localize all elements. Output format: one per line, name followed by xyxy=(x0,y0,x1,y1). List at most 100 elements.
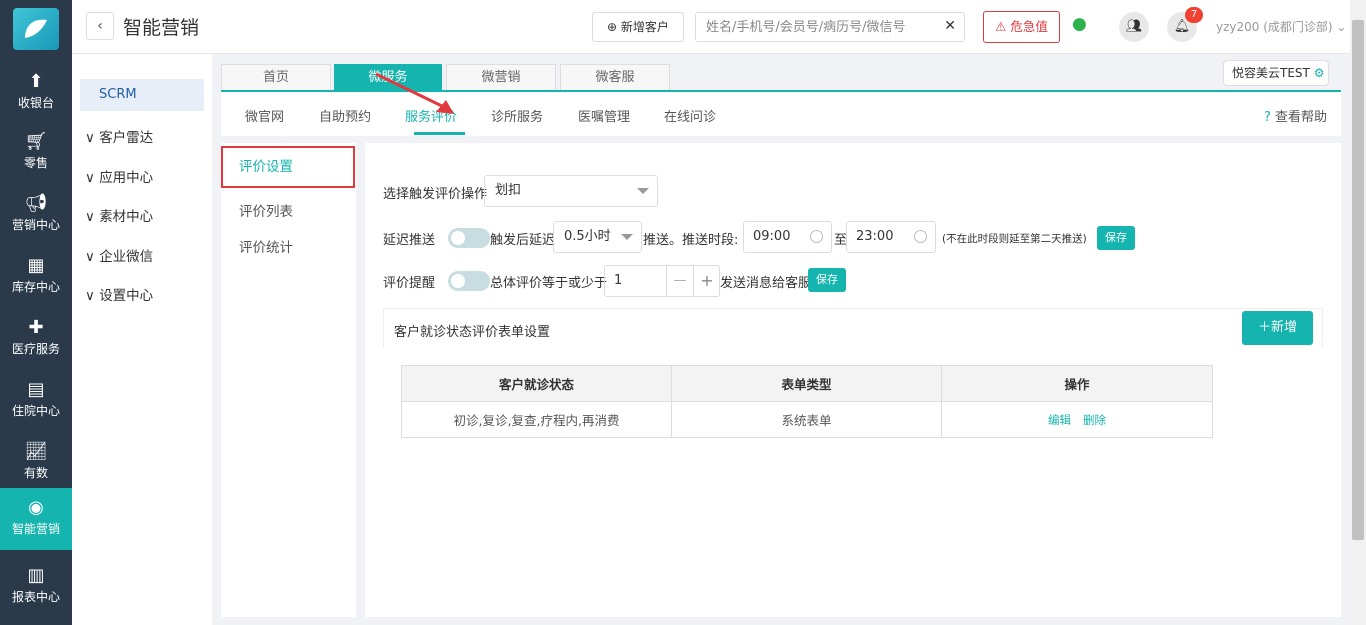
nav-retail[interactable]: 🛒︎ 零售 xyxy=(0,122,72,184)
alert-icon: ⚠ xyxy=(995,19,1007,34)
delay-value: 0.5小时 xyxy=(564,229,611,244)
cell-actions: 编辑 删除 xyxy=(941,401,1213,438)
nav-label: 营销中心 xyxy=(11,218,60,232)
subnav-clinic-service[interactable]: 诊所服务 xyxy=(491,106,543,125)
save-delay-button[interactable]: 保存 xyxy=(1097,226,1135,250)
time-end-value: 23:00 xyxy=(856,229,894,244)
nav-inventory[interactable]: ▦ 库存中心 xyxy=(0,246,72,308)
new-customer-label: 新增客户 xyxy=(620,20,669,34)
add-button[interactable]: ＋新增 xyxy=(1242,311,1313,345)
trigger-select[interactable]: 划扣 xyxy=(484,175,658,207)
logo[interactable] xyxy=(13,8,59,50)
cashier-icon: ⬆ xyxy=(28,71,44,92)
help-icon: ? xyxy=(1264,110,1271,125)
nav-marketing-center[interactable]: 📢︎ 营销中心 xyxy=(0,184,72,246)
nav-medical[interactable]: ✚ 医疗服务 xyxy=(0,308,72,370)
reminder-toggle[interactable] xyxy=(448,271,490,291)
edit-link[interactable]: 编辑 xyxy=(1048,413,1071,427)
group-icon[interactable]: 👥︎ xyxy=(1119,12,1149,42)
gear-icon: ⚙ xyxy=(1313,66,1325,80)
user-menu[interactable]: yzy200 (成都门诊部) ⌄ xyxy=(1216,18,1346,35)
column-header-actions: 操作 xyxy=(941,365,1213,402)
menu-item-evaluation-list[interactable]: 评价列表 xyxy=(239,200,293,220)
menu-item-evaluation-stats[interactable]: 评价统计 xyxy=(239,236,293,256)
chevron-down-icon: ∨ xyxy=(85,130,100,146)
tab-home[interactable]: 首页 xyxy=(221,64,331,90)
chevron-down-icon: ⌄ xyxy=(1336,20,1347,34)
close-icon[interactable]: ✕ xyxy=(944,18,956,34)
trigger-label: 选择触发评价操作 xyxy=(383,187,488,202)
scrollbar-thumb[interactable] xyxy=(1352,20,1364,540)
tabs-area: 首页 微服务 微营销 微客服 悦容美云TEST ⚙ 微官网 自助预约 服务评价 … xyxy=(212,54,1350,137)
subnav-online-consult[interactable]: 在线问诊 xyxy=(664,106,716,125)
cell-status: 初诊,复诊,复查,疗程内,再消费 xyxy=(401,401,672,438)
chevron-down-icon: ∨ xyxy=(85,170,100,186)
tab-micro-marketing[interactable]: 微营销 xyxy=(446,64,556,90)
delay-toggle[interactable] xyxy=(448,228,490,248)
sidebar-item-scrm[interactable]: SCRM xyxy=(80,79,204,111)
column-header-form-type: 表单类型 xyxy=(671,365,942,402)
delete-link[interactable]: 删除 xyxy=(1083,413,1106,427)
store-selector[interactable]: 悦容美云TEST ⚙ xyxy=(1223,60,1329,86)
page-title: 智能营销 xyxy=(123,17,200,39)
plus-icon[interactable]: + xyxy=(693,266,720,296)
main-nav: ⬆ 收银台 🛒︎ 零售 📢︎ 营销中心 ▦ 库存中心 ✚ 医疗服务 ▤ 住院中心 📈︎ 有数 … xyxy=(0,0,72,625)
nav-cashier[interactable]: ⬆ 收银台 xyxy=(0,62,72,124)
back-button[interactable]: ‹ xyxy=(86,12,114,40)
new-customer-button[interactable]: ⊕ 新增客户 xyxy=(592,12,684,42)
wechat-icon[interactable]: ● xyxy=(1072,14,1087,34)
time-start-value: 09:00 xyxy=(753,229,791,244)
nav-inpatient[interactable]: ▤ 住院中心 xyxy=(0,370,72,432)
sidebar-item-settings-center[interactable]: ∨ 设置中心 xyxy=(85,284,153,304)
nav-label: 零售 xyxy=(23,156,48,170)
nav-smart-marketing[interactable]: ◉ 智能营销 xyxy=(0,488,72,550)
store-name: 悦容美云TEST xyxy=(1232,66,1310,80)
save-reminder-button[interactable]: 保存 xyxy=(808,268,846,292)
chart-icon: ▥ xyxy=(27,565,45,586)
sidebar-item-customer-radar[interactable]: ∨ 客户雷达 xyxy=(85,126,153,146)
delay-select[interactable]: 0.5小时 xyxy=(553,221,642,253)
top-bar: ‹ 智能营销 ⊕ 新增客户 ✕ ⚠ 危急值 ● 👥︎ 🔔︎ 7 yzy200 (… xyxy=(72,0,1350,54)
subnav-micro-site[interactable]: 微官网 xyxy=(245,106,284,125)
evaluation-settings-panel: 选择触发评价操作 划扣 延迟推送 触发后延迟 0.5小时 推送。推送时段: 09… xyxy=(365,143,1341,617)
sidebar-item-app-center[interactable]: ∨ 应用中心 xyxy=(85,166,153,186)
nav-youshu[interactable]: 📈︎ 有数 xyxy=(0,432,72,494)
help-label: 查看帮助 xyxy=(1275,110,1328,125)
search-field: ✕ xyxy=(695,12,965,42)
building-icon: ▤ xyxy=(27,379,45,400)
subnav-doctor-orders[interactable]: 医嘱管理 xyxy=(578,106,630,125)
grid-icon: ▦ xyxy=(27,255,45,276)
nav-label: 库存中心 xyxy=(11,280,60,294)
subnav-self-booking[interactable]: 自助预约 xyxy=(319,106,371,125)
sidebar-label: 应用中心 xyxy=(99,170,154,186)
notification-badge: 7 xyxy=(1185,7,1203,23)
help-link[interactable]: ? 查看帮助 xyxy=(1264,106,1327,125)
critical-label: 危急值 xyxy=(1010,19,1048,34)
form-section-header: 客户就诊状态评价表单设置 xyxy=(383,308,1323,348)
reminder-label: 评价提醒 xyxy=(383,276,436,291)
trend-icon: 📈︎ xyxy=(24,441,48,462)
sidebar-item-material-center[interactable]: ∨ 素材中心 xyxy=(85,205,153,225)
time-start-input[interactable]: 09:00 xyxy=(743,221,832,253)
menu-item-evaluation-settings[interactable]: 评价设置 xyxy=(221,146,355,188)
minus-icon[interactable]: — xyxy=(666,266,693,296)
table-row: 初诊,复诊,复查,疗程内,再消费 系统表单 编辑 删除 xyxy=(401,401,1213,438)
reminder-suffix: 发送消息给客服 xyxy=(720,276,812,291)
search-input[interactable] xyxy=(696,13,926,41)
time-end-input[interactable]: 23:00 xyxy=(846,221,936,253)
sidebar-item-enterprise-wechat[interactable]: ∨ 企业微信 xyxy=(85,245,153,265)
medkit-icon: ✚ xyxy=(28,317,44,338)
column-header-status: 客户就诊状态 xyxy=(401,365,672,402)
clock-icon xyxy=(914,230,927,243)
sidebar-label: 企业微信 xyxy=(99,249,154,265)
user-name: yzy200 (成都门诊部) xyxy=(1216,20,1333,34)
active-tab-indicator xyxy=(414,132,465,135)
critical-value-button[interactable]: ⚠ 危急值 xyxy=(983,11,1060,43)
megaphone-icon: 📢︎ xyxy=(24,193,48,214)
time-note: (不在此时段则延至第二天推送) xyxy=(942,233,1087,245)
table-header-row: 客户就诊状态 表单类型 操作 xyxy=(401,365,1213,402)
nav-reports[interactable]: ▥ 报表中心 xyxy=(0,556,72,618)
delay-label: 延迟推送 xyxy=(383,233,436,248)
reminder-stepper[interactable]: 1 — + xyxy=(604,265,720,297)
tab-micro-customer-service[interactable]: 微客服 xyxy=(560,64,670,90)
